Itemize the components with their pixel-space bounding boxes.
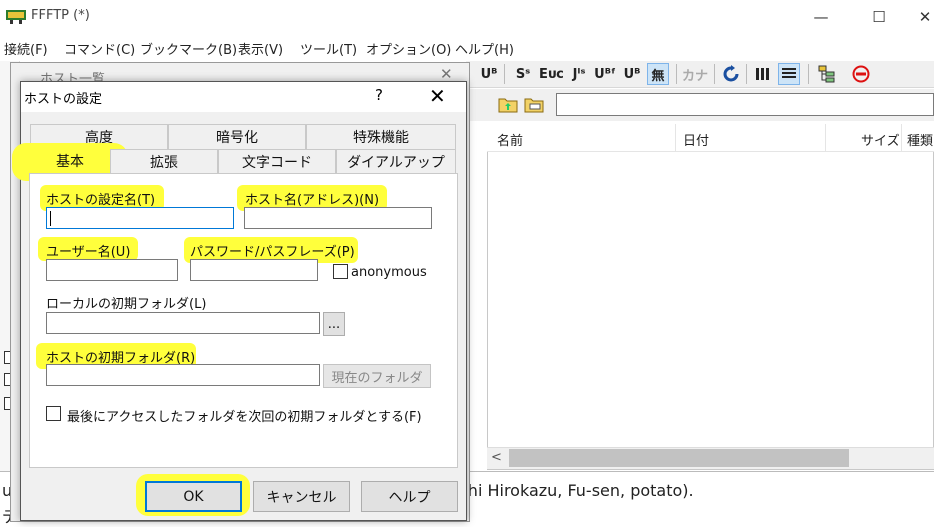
anonymous-label: anonymous [351,265,427,280]
tab-basic[interactable]: 基本 [30,148,110,174]
utf8-bom-button[interactable]: Uᴮᶠ [594,63,616,85]
dialog-title: ホストの設定 [24,92,103,107]
log-line: chi Hirokazu, Fu-sen, potato). [459,481,694,500]
menu-help[interactable]: ヘルプ(H) [455,39,514,58]
host-setting-name-input[interactable] [46,207,234,229]
euc-button[interactable]: Eᴜᴄ [539,63,564,85]
password-label: パスワード/パスフレーズ(P) [190,245,355,260]
scrollbar-thumb[interactable] [509,449,849,467]
dialog-close-button[interactable]: ✕ [429,84,446,108]
folder-up-icon[interactable] [498,95,518,113]
column-divider[interactable] [901,124,902,152]
dialog-help-button[interactable]: ? [375,86,383,104]
tab-encryption[interactable]: 暗号化 [168,124,306,149]
menu-view[interactable]: 表示(V) [238,39,283,58]
minimize-button[interactable]: — [798,0,844,33]
utf8-button[interactable]: Uᴮ [478,63,500,85]
utf8-nobom-button[interactable]: Uᴮ [621,63,643,85]
column-divider[interactable] [675,124,676,152]
help-button[interactable]: ヘルプ [361,481,458,512]
list-view-icon[interactable] [752,63,774,85]
scroll-left-icon[interactable]: < [491,450,502,465]
last-access-folder-label: 最後にアクセスしたフォルダを次回の初期フォルダとする(F) [67,410,422,425]
close-button[interactable]: ✕ [902,0,934,33]
tree-icon[interactable] [816,63,838,85]
ok-button[interactable]: OK [145,481,242,512]
maximize-button[interactable]: ☐ [856,0,902,33]
host-name-label: ホスト名(アドレス)(N) [245,193,380,208]
details-view-icon[interactable] [778,63,800,85]
no-conversion-button[interactable]: 無 [647,63,669,85]
host-folder-input[interactable] [46,364,320,386]
column-divider[interactable] [825,124,826,152]
tab-charset[interactable]: 文字コード [218,149,336,174]
toolbar-separator [714,64,715,84]
column-type[interactable]: 種類 [907,130,933,149]
menu-command[interactable]: コマンド(C) [64,39,135,58]
remote-file-list[interactable] [487,124,934,470]
menu-tools[interactable]: ツール(T) [300,39,357,58]
remote-path-input[interactable] [556,93,934,116]
cancel-button[interactable]: キャンセル [253,481,350,512]
local-folder-input[interactable] [46,312,320,334]
toolbar-separator [676,64,677,84]
toolbar: Uᴮ Sˢ Eᴜᴄ Jᴵˢ Uᴮᶠ Uᴮ 無 カナ [466,61,934,88]
toolbar-separator [808,64,809,84]
menu-connect[interactable]: 接続(F) [4,39,48,58]
tab-special[interactable]: 特殊機能 [306,124,456,149]
column-name[interactable]: 名前 [497,130,523,149]
menu-bar: 接続(F) コマンド(C) ブックマーク(B) 表示(V) ツール(T) オプシ… [0,33,934,61]
last-access-folder-checkbox[interactable] [46,406,61,421]
column-size[interactable]: サイズ [861,130,900,149]
host-setting-name-label: ホストの設定名(T) [46,193,156,208]
tab-extended[interactable]: 拡張 [110,149,218,174]
refresh-icon[interactable] [720,63,742,85]
menu-options[interactable]: オプション(O) [366,39,451,58]
local-folder-label: ローカルの初期フォルダ(L) [46,297,207,312]
user-name-input[interactable] [46,259,178,281]
ffftp-app-icon [6,10,26,24]
browse-local-folder-button[interactable]: ... [323,312,345,336]
shift-jis-button[interactable]: Sˢ [512,63,534,85]
anonymous-checkbox[interactable] [333,264,348,279]
open-folder-icon[interactable] [524,95,544,113]
current-folder-button[interactable]: 現在のフォルダ [323,364,431,388]
app-title: FFFTP (*) [31,8,90,23]
user-name-label: ユーザー名(U) [46,245,131,260]
column-date[interactable]: 日付 [683,130,709,149]
text-caret [50,211,51,226]
stop-icon[interactable] [850,63,872,85]
kana-button[interactable]: カナ [682,63,708,85]
title-bar [0,0,934,33]
jis-button[interactable]: Jᴵˢ [568,63,590,85]
password-input[interactable] [190,259,318,281]
file-list-header: 名前 日付 サイズ 種類 [487,124,934,152]
host-name-input[interactable] [244,207,432,229]
toolbar-separator [746,64,747,84]
tab-dialup[interactable]: ダイアルアップ [336,149,456,174]
menu-bookmark[interactable]: ブックマーク(B) [140,39,237,58]
toolbar-separator [504,64,505,84]
